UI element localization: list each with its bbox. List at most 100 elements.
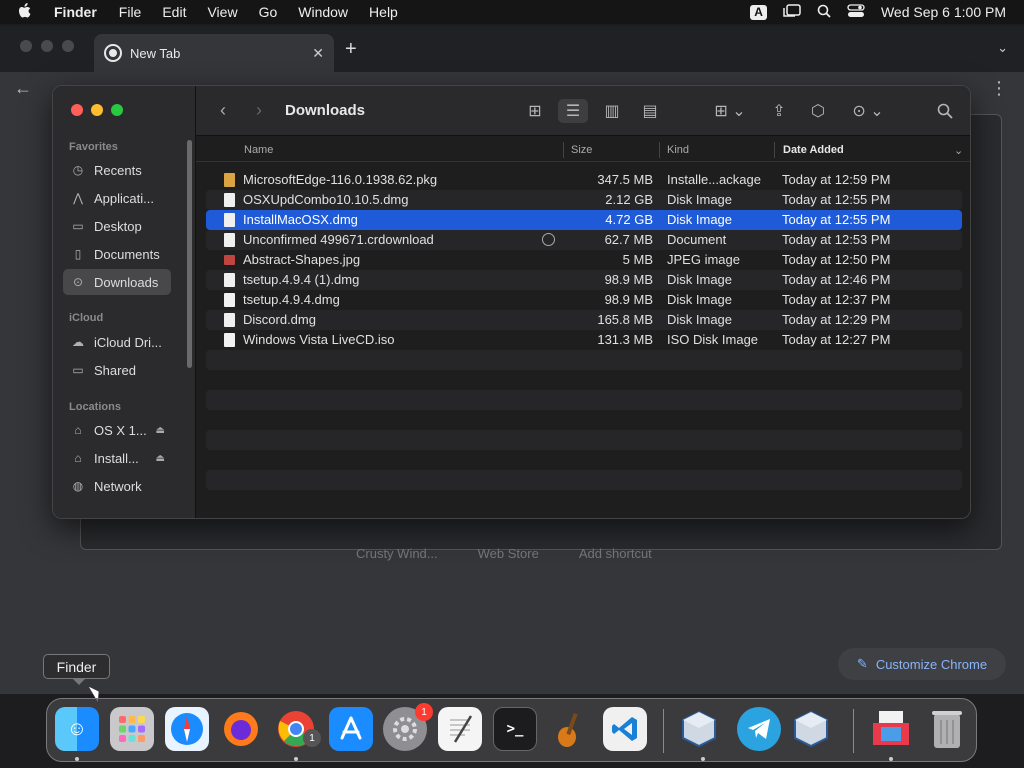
group-by-icon[interactable]: ⊞ ⌄ [710, 99, 750, 123]
file-name: OSXUpdCombo10.10.5.dmg [243, 192, 409, 207]
table-row-selected[interactable]: InstallMacOSX.dmg 4.72 GB Disk Image Tod… [206, 210, 962, 230]
close-window-button[interactable] [71, 104, 83, 116]
shortcut-web-store[interactable]: Web Store [478, 546, 539, 561]
customize-chrome-button[interactable]: ✎ Customize Chrome [838, 648, 1006, 680]
zoom-window-button[interactable] [111, 104, 123, 116]
sidebar-item-recents[interactable]: ◷ Recents [63, 157, 171, 183]
chrome-tab-strip: New Tab ✕ + ⌄ [0, 26, 1024, 72]
sidebar-item-downloads[interactable]: ⊙ Downloads [63, 269, 171, 295]
menu-file[interactable]: File [119, 4, 142, 20]
sidebar-item-shared[interactable]: ▭ Shared [63, 357, 171, 383]
sidebar-scrollbar[interactable] [187, 140, 192, 368]
gallery-view-icon[interactable]: ▤ [636, 99, 664, 123]
sidebar-item-desktop[interactable]: ▭ Desktop [63, 213, 171, 239]
app-store-dock-icon[interactable] [329, 707, 373, 751]
spotlight-search-icon[interactable] [817, 4, 831, 21]
column-header-kind[interactable]: Kind [667, 144, 689, 156]
column-header-name[interactable]: Name [244, 144, 273, 156]
table-row[interactable]: tsetup.4.9.4 (1).dmg 98.9 MB Disk Image … [206, 270, 962, 290]
textedit-dock-icon[interactable] [438, 707, 482, 751]
table-row[interactable]: tsetup.4.9.4.dmg 98.9 MB Disk Image Toda… [206, 290, 962, 310]
sidebar-section-favorites: Favorites [69, 141, 118, 153]
telegram-dock-icon[interactable] [737, 707, 781, 751]
table-row[interactable]: Discord.dmg 165.8 MB Disk Image Today at… [206, 310, 962, 330]
file-name: tsetup.4.9.4.dmg [243, 292, 340, 307]
chrome-menu-icon[interactable]: ⋮ [990, 78, 1008, 99]
column-view-icon[interactable]: ▥ [598, 99, 626, 123]
file-date: Today at 12:53 PM [782, 232, 891, 247]
sidebar-item-label: Downloads [94, 274, 159, 290]
vscode-dock-icon[interactable] [603, 707, 647, 751]
terminal-dock-icon[interactable]: >_ [493, 707, 537, 751]
file-name: tsetup.4.9.4 (1).dmg [243, 272, 360, 287]
list-view-icon[interactable]: ☰ [558, 99, 588, 123]
column-headers: Name Size Kind Date Added ⌄ [196, 138, 970, 162]
close-tab-icon[interactable]: ✕ [312, 45, 324, 62]
menu-edit[interactable]: Edit [162, 4, 186, 20]
column-header-size[interactable]: Size [571, 144, 592, 156]
sidebar-item-network[interactable]: ◍ Network [63, 473, 171, 499]
column-header-date-added[interactable]: Date Added [783, 144, 844, 156]
eject-icon[interactable]: ⏏ [156, 453, 165, 464]
sidebar-item-icloud-drive[interactable]: ☁ iCloud Dri... [63, 329, 171, 355]
sidebar-item-osx-disk[interactable]: ⌂ OS X 1... ⏏ [63, 417, 171, 443]
menu-app-finder[interactable]: Finder [54, 4, 97, 20]
download-icon: ⊙ [72, 275, 84, 289]
file-size: 347.5 MB [597, 172, 653, 187]
disk-icon: ⌂ [74, 451, 82, 465]
menu-window[interactable]: Window [298, 4, 348, 20]
table-row[interactable]: MicrosoftEdge-116.0.1938.62.pkg 347.5 MB… [206, 170, 962, 190]
sidebar-item-install-disk[interactable]: ⌂ Install... ⏏ [63, 445, 171, 471]
menu-go[interactable]: Go [259, 4, 278, 20]
shortcut-add[interactable]: Add shortcut [579, 546, 652, 561]
document-icon: ▯ [74, 247, 82, 261]
menu-bar: Finder File Edit View Go Window Help A W… [0, 0, 1024, 24]
file-kind: ISO Disk Image [667, 332, 759, 347]
downloads-stack-icon[interactable] [869, 707, 913, 751]
tag-icon[interactable]: ⬡ [805, 99, 831, 123]
firefox-dock-icon[interactable] [219, 707, 263, 751]
input-source-indicator[interactable]: A [750, 4, 767, 20]
stage-manager-icon[interactable] [783, 3, 801, 21]
minimize-window-button[interactable] [91, 104, 103, 116]
menu-clock[interactable]: Wed Sep 6 1:00 PM [881, 4, 1006, 20]
sidebar-item-applications[interactable]: ⋀ Applicati... [63, 185, 171, 211]
chrome-tab-new-tab[interactable]: New Tab ✕ [94, 34, 334, 72]
forward-chevron-icon[interactable]: › [256, 100, 262, 121]
more-actions-icon[interactable]: ⊙ ⌄ [846, 99, 890, 123]
sort-chevron-icon[interactable]: ⌄ [954, 144, 963, 157]
running-indicator [75, 757, 79, 761]
apple-menu-icon[interactable] [18, 2, 38, 22]
search-icon[interactable] [932, 99, 958, 123]
empty-list-area[interactable] [206, 350, 962, 510]
desktop-icon: ▭ [72, 219, 84, 233]
eject-icon[interactable]: ⏏ [156, 425, 165, 436]
control-center-icon[interactable] [847, 3, 865, 21]
icon-view-icon[interactable]: ⊞ [522, 99, 548, 123]
safari-dock-icon[interactable] [165, 707, 209, 751]
cloud-icon: ☁ [72, 335, 84, 349]
new-tab-plus-icon[interactable]: + [345, 38, 357, 61]
virtualbox-vm-dock-icon[interactable] [789, 707, 833, 751]
menu-view[interactable]: View [207, 4, 237, 20]
table-row[interactable]: Unconfirmed 499671.crdownload 62.7 MB Do… [206, 230, 962, 250]
table-row[interactable]: OSXUpdCombo10.10.5.dmg 2.12 GB Disk Imag… [206, 190, 962, 210]
menu-help[interactable]: Help [369, 4, 398, 20]
virtualbox-dock-icon[interactable] [677, 707, 721, 751]
garageband-dock-icon[interactable] [547, 707, 591, 751]
chrome-window-controls[interactable] [20, 40, 74, 52]
shortcut-crusty-wind[interactable]: Crusty Wind... [356, 546, 438, 561]
table-row[interactable]: Abstract-Shapes.jpg 5 MB JPEG image Toda… [206, 250, 962, 270]
trash-icon[interactable] [925, 707, 969, 751]
pencil-icon: ✎ [856, 656, 868, 671]
finder-dock-icon[interactable]: ☺ [55, 707, 99, 751]
chrome-back-arrow-icon[interactable]: ← [14, 78, 32, 99]
sidebar-item-documents[interactable]: ▯ Documents [63, 241, 171, 267]
running-indicator [889, 757, 893, 761]
tab-search-chevron-icon[interactable]: ⌄ [997, 40, 1008, 56]
back-chevron-icon[interactable]: ‹ [220, 100, 226, 121]
share-icon[interactable]: ⇪ [766, 99, 792, 123]
table-row[interactable]: Windows Vista LiveCD.iso 131.3 MB ISO Di… [206, 330, 962, 350]
launchpad-dock-icon[interactable] [110, 707, 154, 751]
dock-divider [853, 709, 854, 753]
